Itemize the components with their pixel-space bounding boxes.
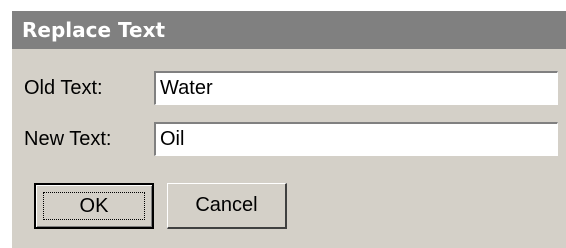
old-text-field[interactable]: Water bbox=[154, 71, 558, 105]
new-text-field[interactable]: Oil bbox=[154, 122, 558, 156]
dialog-title: Replace Text bbox=[12, 11, 566, 49]
ok-button[interactable]: OK bbox=[34, 183, 154, 229]
new-text-label: New Text: bbox=[24, 128, 112, 150]
ok-button-label: OK bbox=[43, 192, 145, 220]
old-text-label: Old Text: bbox=[24, 77, 103, 99]
cancel-button[interactable]: Cancel bbox=[167, 183, 287, 229]
replace-text-dialog: Replace Text Old Text: Water New Text: O… bbox=[11, 10, 566, 248]
